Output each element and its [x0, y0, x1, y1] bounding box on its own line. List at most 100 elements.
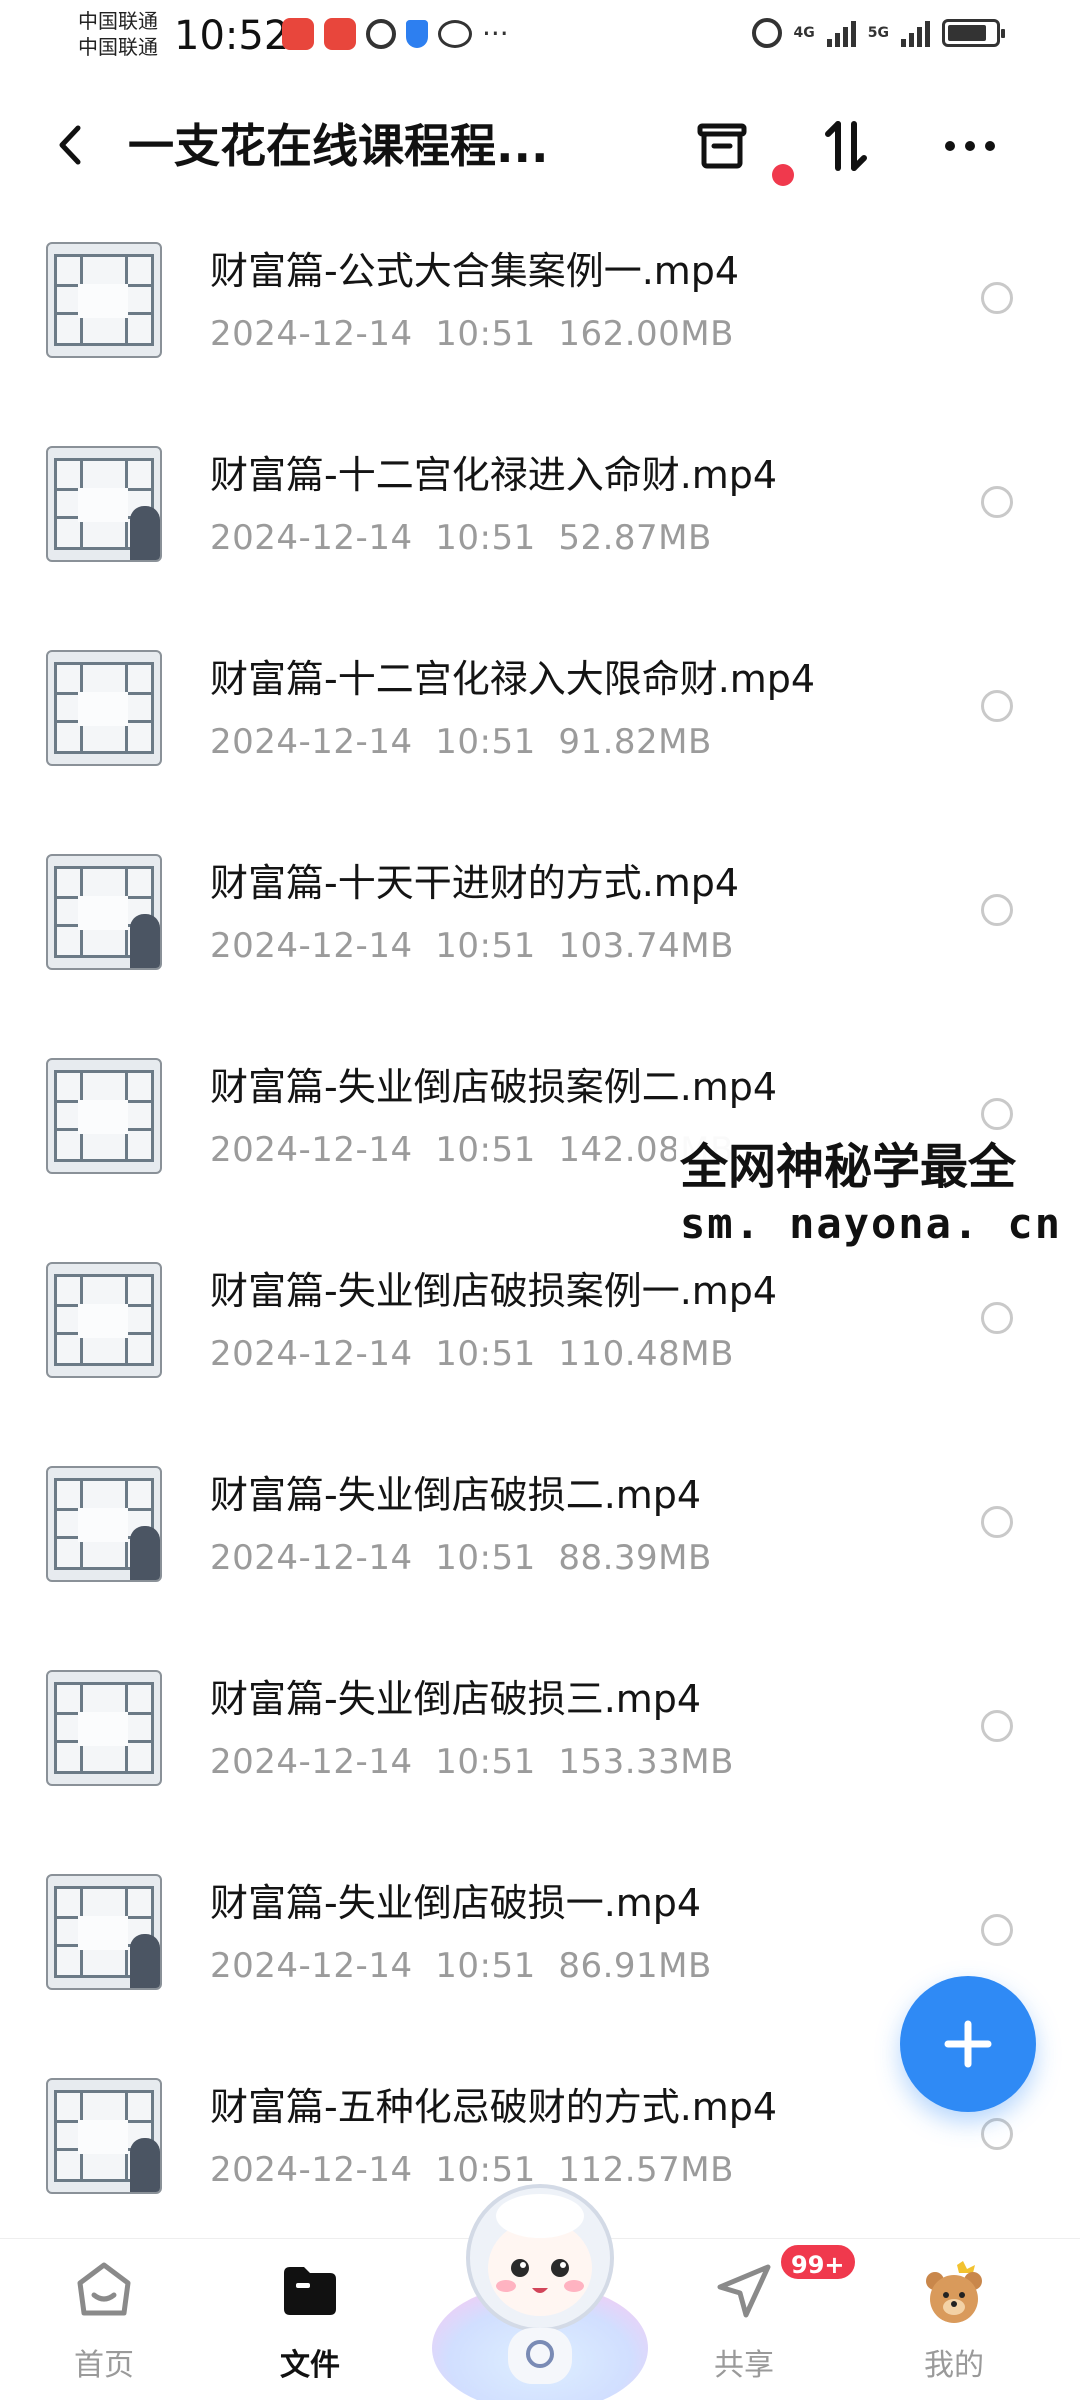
select-radio[interactable]	[981, 2118, 1013, 2150]
file-size: 91.82MB	[558, 722, 712, 762]
file-name: 财富篇-失业倒店破损二.mp4	[210, 1473, 702, 1517]
file-row[interactable]: 财富篇-失业倒店破损二.mp4 2024-12-14 10:51 88.39MB	[0, 1444, 1080, 1648]
select-radio[interactable]	[981, 1710, 1013, 1742]
back-icon	[59, 125, 81, 165]
select-radio[interactable]	[981, 1302, 1013, 1334]
status-bar: 中国联通 中国联通 10:52 ··· 4G 5G	[0, 0, 1080, 80]
file-date: 2024-12-14	[210, 926, 413, 966]
file-row[interactable]: 财富篇-失业倒店破损三.mp4 2024-12-14 10:51 153.33M…	[0, 1648, 1080, 1852]
file-row[interactable]: 财富篇-失业倒店破损案例一.mp4 2024-12-14 10:51 110.4…	[0, 1240, 1080, 1444]
back-button[interactable]	[48, 120, 98, 170]
select-radio[interactable]	[981, 690, 1013, 722]
plus-icon	[944, 2020, 992, 2068]
video-thumbnail	[46, 446, 162, 562]
file-name: 财富篇-失业倒店破损案例一.mp4	[210, 1269, 778, 1313]
top-app-bar: 一支花在线课程程...	[0, 80, 1080, 210]
paper-plane-icon	[717, 2264, 771, 2318]
file-meta: 2024-12-14 10:51 52.87MB	[210, 516, 712, 560]
select-radio[interactable]	[981, 486, 1013, 518]
select-radio[interactable]	[981, 282, 1013, 314]
wechat-icon	[438, 20, 472, 48]
more-icon	[945, 141, 995, 151]
file-time: 10:51	[435, 926, 536, 966]
file-name: 财富篇-十天干进财的方式.mp4	[210, 861, 740, 905]
watermark: 全网神秘学最全 sm. nayona. cn	[676, 1132, 1067, 1258]
file-time: 10:51	[435, 1334, 536, 1374]
app-notification-icon	[282, 18, 314, 50]
carrier-2: 中国联通	[78, 35, 158, 59]
sort-button[interactable]	[810, 110, 882, 182]
archive-button[interactable]	[686, 110, 758, 182]
nav-me[interactable]: 我的	[884, 2239, 1024, 2400]
file-meta: 2024-12-14 10:51 110.48MB	[210, 1332, 734, 1376]
nav-files-label: 文件	[280, 2348, 340, 2383]
whiteboard-area	[78, 2120, 128, 2154]
watermark-line-2: sm. nayona. cn	[680, 1199, 1063, 1248]
whiteboard-area	[78, 1100, 128, 1134]
file-time: 10:51	[435, 518, 536, 558]
whiteboard-area	[78, 1916, 128, 1950]
add-button[interactable]	[900, 1976, 1036, 2112]
file-meta: 2024-12-14 10:51 91.82MB	[210, 720, 712, 764]
whiteboard-area	[78, 1508, 128, 1542]
whiteboard-area	[78, 488, 128, 522]
page-title: 一支花在线课程程...	[128, 119, 549, 173]
file-time: 10:51	[435, 314, 536, 354]
bear-avatar-icon	[926, 2261, 982, 2323]
file-date: 2024-12-14	[210, 314, 413, 354]
file-time: 10:51	[435, 722, 536, 762]
file-size: 52.87MB	[558, 518, 712, 558]
clock: 10:52	[174, 13, 290, 59]
notification-dot	[772, 164, 794, 186]
whiteboard-area	[78, 896, 128, 930]
whiteboard-area	[78, 1304, 128, 1338]
nav-files[interactable]: 文件	[240, 2239, 380, 2400]
whiteboard-area	[78, 1712, 128, 1746]
mascot-icon	[432, 2184, 648, 2400]
file-size: 86.91MB	[558, 1946, 712, 1986]
whiteboard-area	[78, 284, 128, 318]
select-radio[interactable]	[981, 1914, 1013, 1946]
nav-home[interactable]: 首页	[34, 2239, 174, 2400]
file-date: 2024-12-14	[210, 1538, 413, 1578]
file-name: 财富篇-失业倒店破损案例二.mp4	[210, 1065, 778, 1109]
nav-home-label: 首页	[74, 2348, 134, 2383]
video-thumbnail	[46, 1874, 162, 1990]
file-size: 88.39MB	[558, 1538, 712, 1578]
video-thumbnail	[46, 242, 162, 358]
video-thumbnail	[46, 650, 162, 766]
carrier-labels: 中国联通 中国联通	[78, 8, 158, 60]
file-name: 财富篇-失业倒店破损三.mp4	[210, 1677, 702, 1721]
archive-icon	[697, 123, 747, 169]
more-button[interactable]	[934, 110, 1006, 182]
select-radio[interactable]	[981, 1506, 1013, 1538]
file-meta: 2024-12-14 10:51 103.74MB	[210, 924, 734, 968]
file-name: 财富篇-十二宫化禄进入命财.mp4	[210, 453, 778, 497]
file-name: 财富篇-五种化忌破财的方式.mp4	[210, 2085, 778, 2129]
lecturer-figure	[130, 914, 160, 968]
file-row[interactable]: 财富篇-十二宫化禄进入命财.mp4 2024-12-14 10:51 52.87…	[0, 424, 1080, 628]
file-name: 财富篇-失业倒店破损一.mp4	[210, 1881, 702, 1925]
select-radio[interactable]	[981, 894, 1013, 926]
file-size: 162.00MB	[558, 314, 734, 354]
lecturer-figure	[130, 2138, 160, 2192]
video-thumbnail	[46, 854, 162, 970]
network-type-2: 5G	[867, 25, 889, 41]
watermark-line-1: 全网神秘学最全	[680, 1139, 1017, 1195]
video-thumbnail	[46, 1466, 162, 1582]
file-row[interactable]: 财富篇-公式大合集案例一.mp4 2024-12-14 10:51 162.00…	[0, 220, 1080, 424]
lecturer-figure	[130, 1934, 160, 1988]
select-radio[interactable]	[981, 1098, 1013, 1130]
share-badge: 99+	[778, 2242, 858, 2282]
lecturer-figure	[130, 1526, 160, 1580]
file-date: 2024-12-14	[210, 1130, 413, 1170]
shield-icon	[406, 20, 428, 48]
mascot-button[interactable]	[428, 2168, 652, 2400]
file-row[interactable]: 财富篇-十天干进财的方式.mp4 2024-12-14 10:51 103.74…	[0, 832, 1080, 1036]
file-time: 10:51	[435, 1538, 536, 1578]
file-row[interactable]: 财富篇-十二宫化禄入大限命财.mp4 2024-12-14 10:51 91.8…	[0, 628, 1080, 832]
file-date: 2024-12-14	[210, 518, 413, 558]
app-notification-icon	[324, 18, 356, 50]
file-date: 2024-12-14	[210, 1742, 413, 1782]
file-meta: 2024-12-14 10:51 162.00MB	[210, 312, 734, 356]
